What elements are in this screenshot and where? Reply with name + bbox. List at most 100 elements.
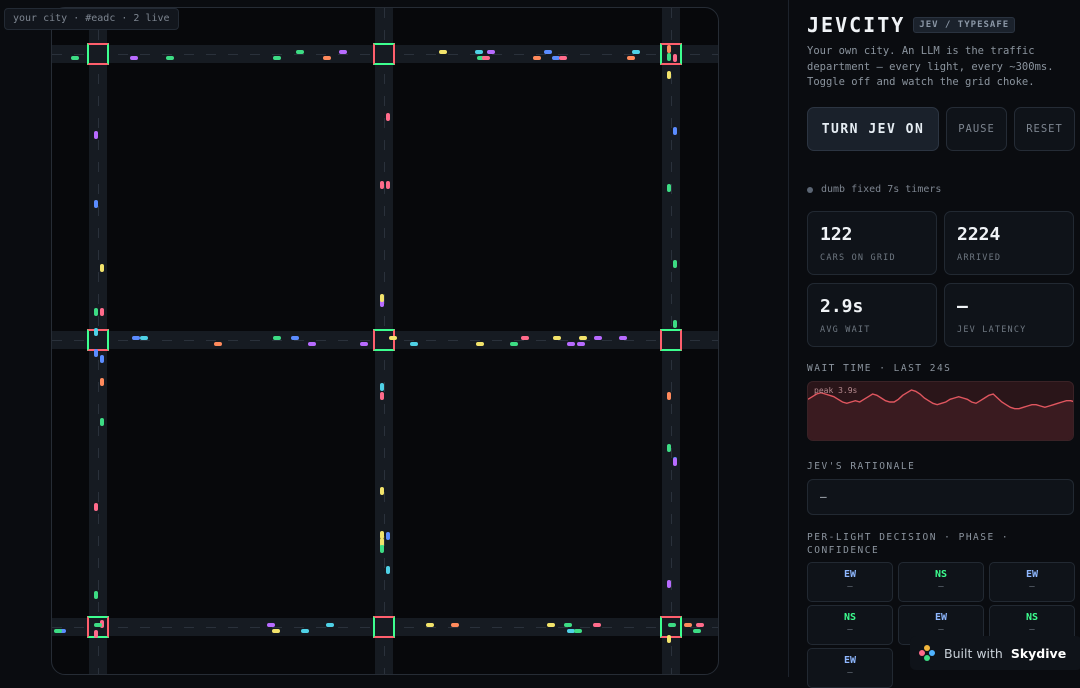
- turn-jev-on-button[interactable]: TURN JEV ON: [807, 107, 939, 151]
- car: [380, 294, 384, 302]
- intersection-light[interactable]: [373, 616, 395, 638]
- car: [567, 342, 575, 346]
- car: [673, 54, 677, 62]
- city-badge: your city · #eadc · 2 live: [4, 8, 179, 30]
- decision-confidence: —: [1029, 625, 1035, 635]
- car: [380, 545, 384, 553]
- car: [673, 458, 677, 466]
- car: [667, 45, 671, 53]
- car: [140, 336, 148, 340]
- car: [380, 487, 384, 495]
- stat-value: —: [957, 296, 968, 317]
- mode-status: dumb fixed 7s timers: [807, 184, 941, 195]
- decision-cell: EW —: [989, 562, 1075, 602]
- car: [100, 264, 104, 272]
- car: [564, 623, 572, 627]
- car: [673, 320, 677, 328]
- car: [326, 623, 334, 627]
- car: [547, 623, 555, 627]
- status-dot-icon: [807, 186, 813, 193]
- car: [451, 623, 459, 627]
- wait-area: [808, 390, 1073, 440]
- car: [667, 71, 671, 79]
- wait-time-label: WAIT TIME · LAST 24S: [807, 363, 952, 374]
- intersection-light[interactable]: [87, 329, 109, 351]
- car: [386, 532, 390, 540]
- intersection-light[interactable]: [87, 43, 109, 65]
- car: [94, 308, 98, 316]
- skydive-brand: Skydive: [1010, 645, 1067, 661]
- decision-cell: EW —: [807, 562, 893, 602]
- stat-jev-latency: — JEV LATENCY: [944, 283, 1074, 347]
- intersection-light[interactable]: [660, 616, 682, 638]
- decision-phase: NS: [843, 612, 857, 623]
- brand: JEVCITY JEV / TYPESAFE: [807, 13, 1016, 37]
- rationale-label: JEV'S RATIONALE: [807, 461, 916, 472]
- car: [667, 392, 671, 400]
- car: [632, 50, 640, 54]
- app-title: JEVCITY: [807, 13, 906, 37]
- stat-avg-wait: 2.9s AVG WAIT: [807, 283, 937, 347]
- car: [380, 181, 384, 189]
- car: [627, 56, 635, 60]
- car: [510, 342, 518, 346]
- wait-time-chart: peak 3.9s: [807, 381, 1074, 441]
- decision-cell: NS —: [898, 562, 984, 602]
- decision-phase: EW: [843, 655, 857, 666]
- stat-label: ARRIVED: [957, 253, 1002, 263]
- stat-value: 122: [820, 224, 853, 245]
- car: [386, 181, 390, 189]
- car: [579, 336, 587, 340]
- car: [272, 629, 280, 633]
- intersection-light[interactable]: [87, 616, 109, 638]
- car: [94, 131, 98, 139]
- stat-label: AVG WAIT: [820, 325, 871, 335]
- decision-phase: EW: [934, 612, 948, 623]
- car: [559, 56, 567, 60]
- car: [673, 127, 677, 135]
- car: [380, 531, 384, 539]
- car: [389, 336, 397, 340]
- car: [693, 629, 701, 633]
- panel-divider: [788, 0, 789, 677]
- intersection-light[interactable]: [660, 329, 682, 351]
- car: [667, 184, 671, 192]
- intersection-light[interactable]: [373, 43, 395, 65]
- pause-button[interactable]: PAUSE: [946, 107, 1007, 151]
- reset-button[interactable]: RESET: [1014, 107, 1075, 151]
- control-panel: JEVCITY JEV / TYPESAFE Your own city. An…: [807, 0, 1080, 688]
- car: [574, 629, 582, 633]
- decision-cell: NS —: [807, 605, 893, 645]
- car: [544, 50, 552, 54]
- stat-value: 2224: [957, 224, 1001, 245]
- car: [301, 629, 309, 633]
- city-grid-map[interactable]: [51, 7, 719, 675]
- decision-phase: EW: [1025, 569, 1039, 580]
- built-with-skydive[interactable]: Built with Skydive: [910, 636, 1080, 670]
- stat-label: CARS ON GRID: [820, 253, 896, 263]
- intro-text: Your own city. An LLM is the traffic dep…: [807, 45, 1054, 88]
- chart-peak-label: peak 3.9s: [814, 386, 858, 395]
- car: [439, 50, 447, 54]
- car: [94, 349, 98, 357]
- app-tag: JEV / TYPESAFE: [913, 17, 1016, 33]
- car: [273, 336, 281, 340]
- intersection-light[interactable]: [373, 329, 395, 351]
- car: [386, 566, 390, 574]
- car: [410, 342, 418, 346]
- car: [553, 336, 561, 340]
- built-with-text: Built with: [944, 645, 1003, 661]
- stat-value: 2.9s: [820, 296, 864, 317]
- car: [593, 623, 601, 627]
- car: [667, 635, 671, 643]
- car: [166, 56, 174, 60]
- car: [667, 444, 671, 452]
- car: [94, 503, 98, 511]
- car: [308, 342, 316, 346]
- stat-label: JEV LATENCY: [957, 325, 1027, 335]
- intersection-light[interactable]: [660, 43, 682, 65]
- car: [339, 50, 347, 54]
- car: [577, 342, 585, 346]
- car: [667, 53, 671, 61]
- car: [100, 308, 104, 316]
